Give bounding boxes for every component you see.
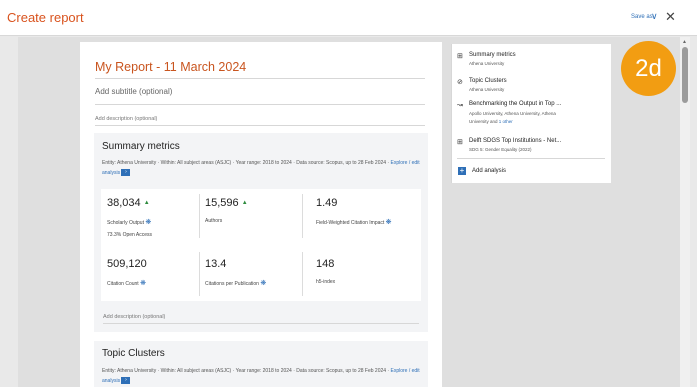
- card-meta-text: Entity: Athena University · Within: All …: [102, 368, 390, 374]
- report-title[interactable]: My Report - 11 March 2024: [95, 60, 246, 74]
- add-analysis-label[interactable]: Add analysis: [472, 168, 506, 174]
- metric-label: Field-Weighted Citation Impact ❋: [316, 219, 392, 226]
- card-title: Topic Clusters: [102, 348, 165, 359]
- metric-label: h5-index: [316, 279, 336, 285]
- metric-label: Scholarly Output ❋: [107, 219, 152, 226]
- card-meta: Entity: Athena University · Within: All …: [102, 366, 420, 386]
- settings-icon[interactable]: ❋: [386, 219, 392, 226]
- divider: [302, 252, 303, 296]
- scholarly-output-value: 38,034 ▲: [107, 197, 150, 209]
- divider: [95, 125, 425, 126]
- divider: [199, 194, 200, 238]
- table-icon: ⊞: [457, 139, 463, 146]
- citations-per-pub-value: 13.4: [205, 258, 227, 270]
- top-bar: Create report Save as ∨ ✕: [0, 0, 697, 36]
- divider: [457, 158, 605, 159]
- subtitle-input[interactable]: Add subtitle (optional): [95, 87, 172, 96]
- settings-icon[interactable]: ❋: [260, 280, 266, 287]
- h5-index-value: 148: [316, 258, 335, 270]
- trend-icon: ↝: [457, 102, 463, 109]
- scrollbar-thumb[interactable]: [682, 47, 688, 103]
- panel-edge: [451, 44, 452, 183]
- metric-label: Citations per Publication ❋: [205, 280, 267, 287]
- citation-count-value: 509,120: [107, 258, 147, 270]
- trend-up-icon: ▲: [143, 200, 150, 207]
- scroll-up-icon[interactable]: ▲: [682, 39, 687, 45]
- add-analysis-button[interactable]: +: [458, 167, 466, 175]
- divider: [199, 252, 200, 296]
- divider: [103, 323, 419, 324]
- card-title: Summary metrics: [102, 141, 180, 152]
- table-icon: ⊞: [457, 53, 463, 60]
- chevron-down-icon[interactable]: ∨: [651, 11, 658, 22]
- card-meta-text: Entity: Athena University · Within: All …: [102, 160, 390, 166]
- settings-icon[interactable]: ❋: [140, 280, 146, 287]
- divider: [95, 78, 425, 79]
- page-title: Create report: [7, 10, 84, 25]
- divider: [302, 194, 303, 238]
- authors-value: 15,596 ▲: [205, 197, 248, 209]
- card-meta: Entity: Athena University · Within: All …: [102, 158, 420, 178]
- open-analysis-icon[interactable]: ›: [121, 377, 131, 385]
- clusters-icon: ⊘: [457, 79, 463, 86]
- close-icon[interactable]: ✕: [665, 9, 676, 25]
- open-analysis-icon[interactable]: ›: [121, 169, 131, 177]
- metric-label: Citation Count ❋: [107, 280, 146, 287]
- open-access-text: 73.3% Open Access: [107, 232, 153, 238]
- save-as-button[interactable]: Save as: [631, 14, 653, 20]
- card-description-input[interactable]: Add description (optional): [103, 314, 165, 320]
- step-badge: 2d: [621, 41, 676, 96]
- divider: [95, 104, 425, 105]
- fwci-value: 1.49: [316, 197, 338, 209]
- settings-icon[interactable]: ❋: [145, 219, 151, 226]
- trend-up-icon: ▲: [241, 200, 248, 207]
- description-input[interactable]: Add description (optional): [95, 116, 157, 122]
- metric-label: Authors: [205, 218, 223, 224]
